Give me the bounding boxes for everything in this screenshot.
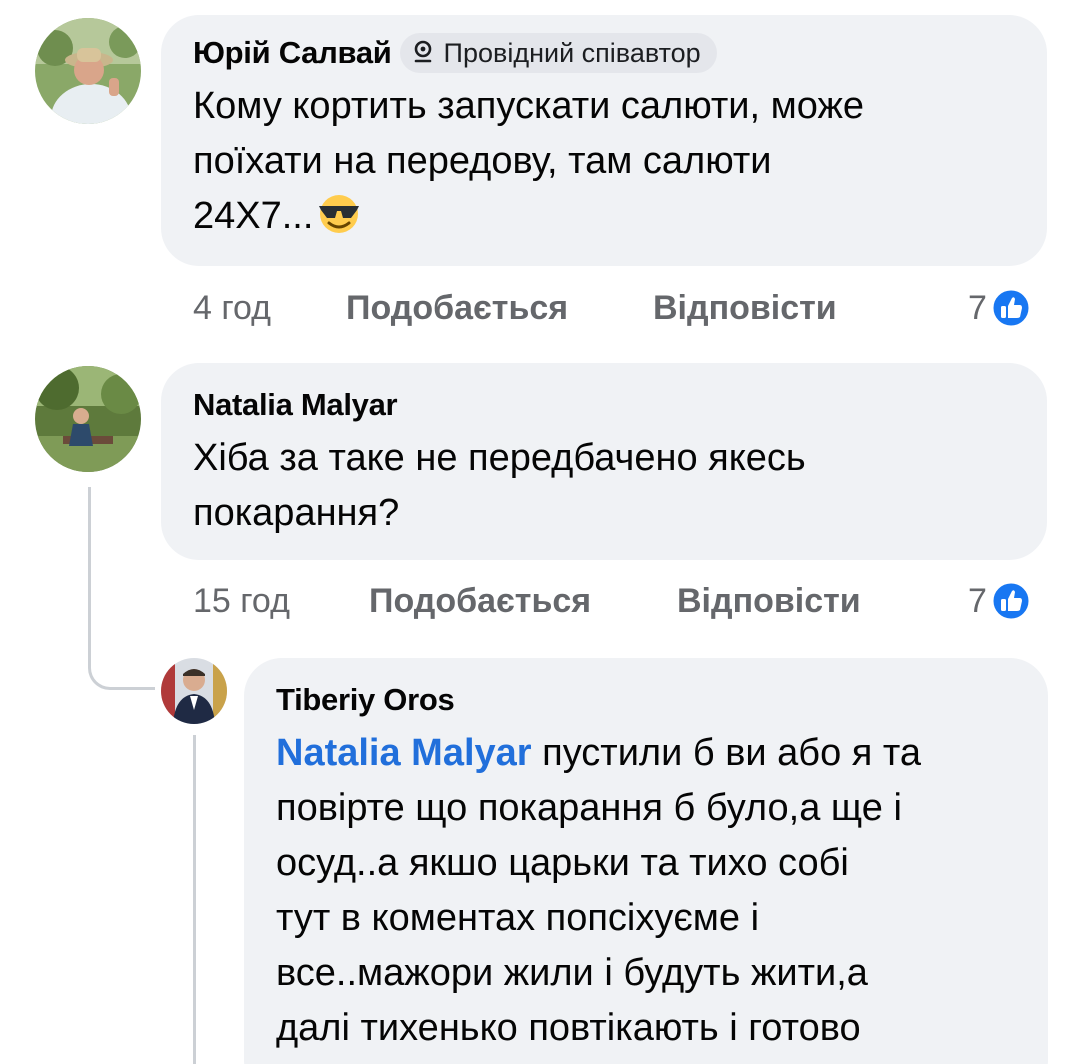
comment-bubble-natalia: Natalia Malyar Хіба за таке не передбаче… <box>161 363 1047 560</box>
reaction-summary[interactable]: 7 <box>968 286 1033 330</box>
like-button[interactable]: Подобається <box>346 286 568 330</box>
mention-link[interactable]: Natalia Malyar <box>276 732 532 774</box>
thread-connector-line-2 <box>193 735 196 1064</box>
like-button[interactable]: Подобається <box>369 579 591 623</box>
comment-text-line: тут в коментах попсіхуєме і <box>276 897 760 939</box>
comment-author[interactable]: Natalia Malyar <box>193 385 1027 425</box>
top-contributor-badge: Провідний співавтор <box>399 33 717 73</box>
comment-text-line: 24Х7... <box>193 189 1027 244</box>
avatar-tiberiy[interactable] <box>161 658 227 724</box>
like-reaction-icon <box>990 580 1032 622</box>
comment-text-line: далі тихенько повтікають і готово <box>276 1007 861 1049</box>
comment-actions: 4 год Подобається Відповісти <box>193 286 893 330</box>
comment-text-line: поїхати на передову, там салюти <box>193 140 772 182</box>
comment-author[interactable]: Юрій Салвай Провідний співавтор <box>193 33 1027 73</box>
reply-button[interactable]: Відповісти <box>677 579 861 623</box>
comment-text-line: покарання? <box>193 492 400 534</box>
thread-connector-line <box>88 487 155 690</box>
reaction-count: 7 <box>968 289 987 327</box>
comment-text: Хіба за таке не передбачено якесь покара… <box>193 431 1027 541</box>
comment-text: Natalia Malyar пустили б ви або я та пов… <box>276 726 1028 1056</box>
author-name[interactable]: Юрій Салвай <box>193 35 392 70</box>
comment-bubble-tiberiy: Tiberiy Oros Natalia Malyar пустили б ви… <box>244 658 1048 1064</box>
reaction-count: 7 <box>968 582 987 620</box>
comment-text-line: Natalia Malyar пустили б ви або я та <box>276 726 1028 781</box>
comment-text: Кому кортить запускати салюти, може поїх… <box>193 79 1027 244</box>
comment-text-line: Хіба за таке не передбачено якесь <box>193 437 806 479</box>
comment-bubble-yurii: Юрій Салвай Провідний співавтор Кому корт… <box>161 15 1047 266</box>
badge-label: Провідний співавтор <box>443 38 701 68</box>
comment-text-line: повірте що покарання б було,а ще і <box>276 787 902 829</box>
reaction-summary[interactable]: 7 <box>968 579 1033 623</box>
comment-text-line: Кому кортить запускати салюти, може <box>193 85 865 127</box>
comment-actions: 15 год Подобається Відповісти <box>193 579 913 623</box>
reply-button[interactable]: Відповісти <box>653 286 837 330</box>
badge-icon <box>414 40 431 63</box>
comment-time[interactable]: 4 год <box>193 286 271 330</box>
comment-text-line-rest: пустили б ви або я та <box>531 732 922 774</box>
comment-text-line: все..мажори жили і будуть жити,а <box>276 952 868 994</box>
emoji-sunglasses-icon <box>319 195 360 233</box>
comments-thread: Юрій Салвай Провідний співавтор Кому корт… <box>0 0 1080 1064</box>
avatar-natalia[interactable] <box>35 366 141 472</box>
comment-text-line: осуд..а якшо царьки та тихо собі <box>276 842 849 884</box>
comment-text-line-end: 24Х7... <box>193 195 314 237</box>
comment-author[interactable]: Tiberiy Oros <box>276 680 1028 720</box>
avatar-yurii[interactable] <box>35 18 141 124</box>
like-reaction-icon <box>990 287 1032 329</box>
comment-time[interactable]: 15 год <box>193 579 290 623</box>
